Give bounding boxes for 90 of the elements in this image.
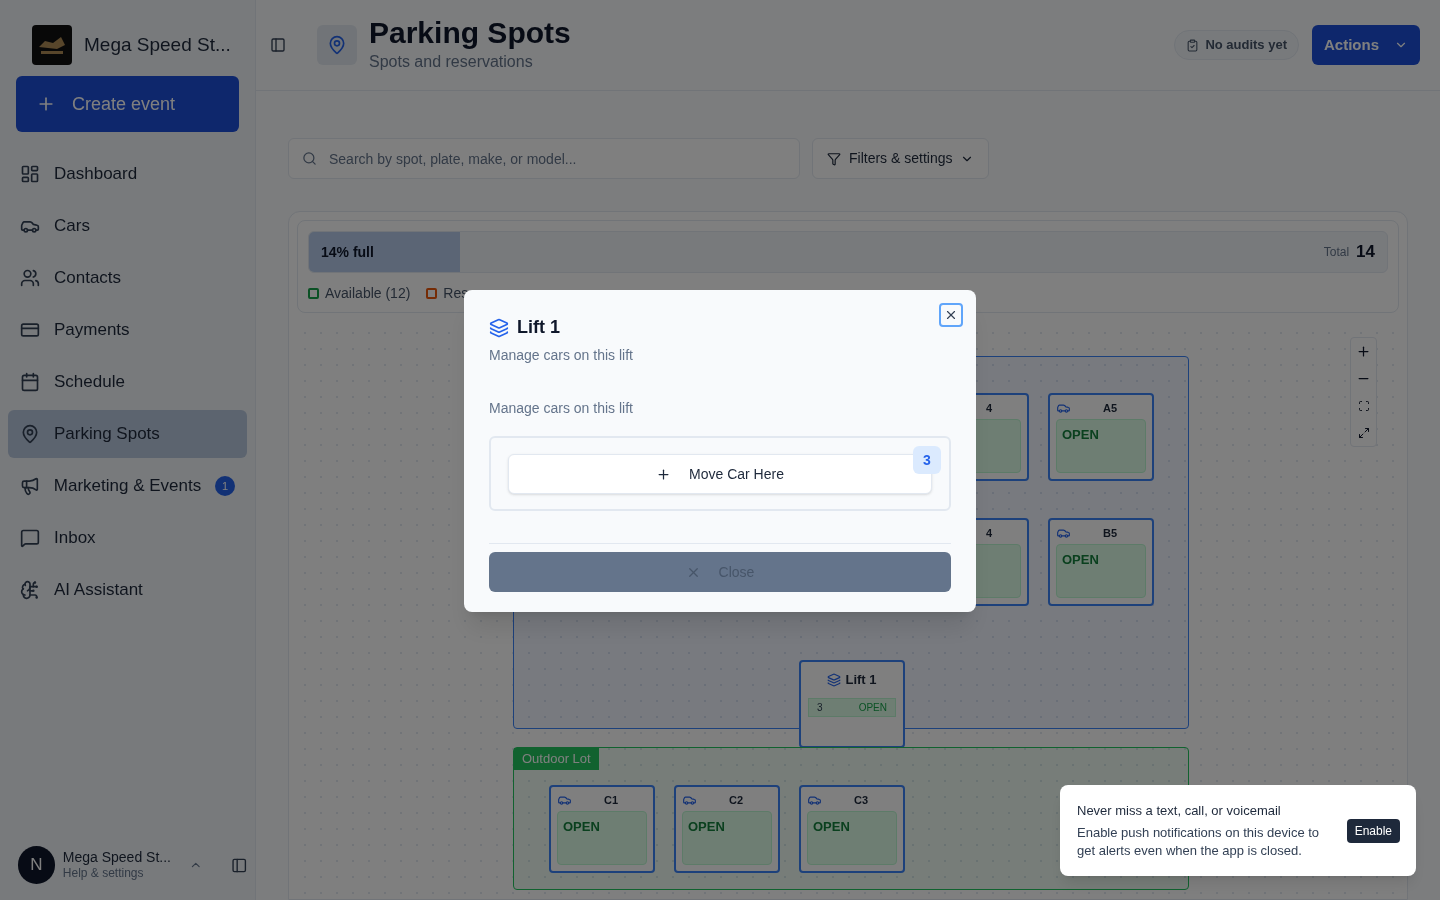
layers-icon	[489, 317, 509, 338]
calendar-icon	[20, 372, 40, 392]
nav-item[interactable]: Payments	[8, 306, 247, 354]
count-badge: 1	[215, 476, 235, 496]
spot-status: OPEN	[563, 819, 600, 834]
spot-label: C1	[604, 792, 619, 808]
car-icon	[682, 793, 697, 807]
plus-icon	[656, 466, 672, 482]
enable-button[interactable]: Enable	[1346, 818, 1400, 843]
expand-icon[interactable]	[1357, 426, 1370, 439]
nav-item[interactable]: Cars	[8, 202, 247, 250]
spot-label: 4	[986, 525, 993, 541]
total-value: 14	[1356, 241, 1375, 264]
parking-spot[interactable]: C3 OPEN	[799, 785, 905, 873]
nav-label: Schedule	[54, 371, 126, 394]
car-icon	[1056, 401, 1071, 415]
zone-label: Outdoor Lot	[514, 748, 599, 770]
filters-button[interactable]: Filters & settings	[812, 138, 990, 179]
panel-icon[interactable]	[230, 856, 247, 874]
total-label: Total	[1323, 244, 1350, 261]
nav-label: Inbox	[54, 527, 97, 550]
spot-label: A5	[1103, 400, 1118, 416]
avatar[interactable]: N	[18, 846, 55, 884]
spot-label: C3	[854, 792, 869, 808]
card-icon	[20, 320, 40, 340]
parking-spot[interactable]: B5 OPEN	[1048, 518, 1154, 606]
spot-status: OPEN	[1062, 552, 1099, 567]
spot-label: 4	[986, 400, 993, 416]
parking-spot[interactable]: C1 OPEN	[549, 785, 655, 873]
brain-icon	[20, 580, 40, 600]
nav-item[interactable]: Contacts	[8, 254, 247, 302]
create-event-button[interactable]: Create event	[16, 76, 239, 132]
nav-label: Parking Spots	[54, 423, 161, 446]
lift-status: OPEN	[858, 700, 887, 715]
nav-item[interactable]: Inbox	[8, 514, 247, 562]
dialog-title: Lift 1	[517, 316, 560, 339]
brand-name: Mega Speed St...	[84, 32, 231, 57]
occupancy-label: 14% full	[321, 242, 374, 262]
spot-status: OPEN	[813, 819, 850, 834]
nav-label: Marketing & Events	[53, 475, 202, 498]
lift-label: Lift 1	[845, 671, 877, 689]
nav-label: Cars	[54, 215, 91, 238]
search-field[interactable]: Search by spot, plate, make, or model...	[288, 138, 800, 179]
close-icon	[944, 308, 958, 322]
dashboard-icon	[20, 164, 40, 184]
nav-label: AI Assistant	[54, 579, 144, 602]
people-icon	[20, 268, 40, 288]
car-icon	[1056, 526, 1071, 540]
lift-card[interactable]: Lift 1 3 OPEN	[799, 660, 905, 748]
account-name: Mega Speed St...	[62, 848, 172, 867]
close-button[interactable]	[939, 303, 963, 327]
zoom-in-icon[interactable]	[1356, 344, 1371, 359]
nav-item[interactable]: Schedule	[8, 358, 247, 406]
nav-label: Dashboard	[54, 163, 139, 186]
toast-title: Never miss a text, call, or voicemail	[1077, 801, 1282, 820]
page-subtitle: Spots and reservations	[369, 52, 534, 72]
nav-item[interactable]: Dashboard	[8, 150, 247, 198]
car-icon	[807, 793, 822, 807]
spot-label: B5	[1103, 525, 1118, 541]
filter-icon	[827, 151, 841, 166]
car-icon	[557, 793, 572, 807]
search-icon	[302, 151, 317, 166]
parking-spot[interactable]: C2 OPEN	[674, 785, 780, 873]
spot-status: OPEN	[1062, 427, 1099, 442]
fit-view-icon[interactable]	[1357, 399, 1370, 412]
count-badge: 3	[913, 446, 941, 474]
dialog-description: Manage cars on this lift	[489, 346, 634, 365]
account-subtitle: Help & settings	[62, 866, 145, 882]
nav-item[interactable]: AI Assistant	[8, 566, 247, 614]
nav-label: Contacts	[54, 267, 123, 290]
spot-label: C2	[729, 792, 744, 808]
toast-body: Enable push notifications on this device to get alerts even when the app is closed.	[1077, 824, 1321, 861]
legend-label: Available (12)	[325, 284, 411, 303]
clipboard-icon	[1186, 38, 1200, 52]
lift-count: 3	[817, 700, 823, 715]
nav-label: Payments	[54, 319, 131, 342]
actions-button[interactable]: Actions	[1312, 25, 1420, 65]
page-title: Parking Spots	[369, 16, 571, 50]
nav-item[interactable]: Parking Spots	[8, 410, 247, 458]
pin-icon	[327, 35, 347, 55]
sidebar-toggle-icon[interactable]	[270, 37, 286, 53]
parking-spot[interactable]: A5 OPEN	[1048, 393, 1154, 481]
audit-badge: No audits yet	[1174, 30, 1299, 60]
megaphone-icon	[20, 476, 40, 496]
spot-status: OPEN	[688, 819, 725, 834]
chat-icon	[20, 528, 40, 548]
section-label: Manage cars on this lift	[489, 399, 634, 418]
pin-icon	[20, 424, 40, 444]
nav-item[interactable]: Marketing & Events 1	[8, 462, 247, 510]
layers-icon	[827, 672, 842, 687]
